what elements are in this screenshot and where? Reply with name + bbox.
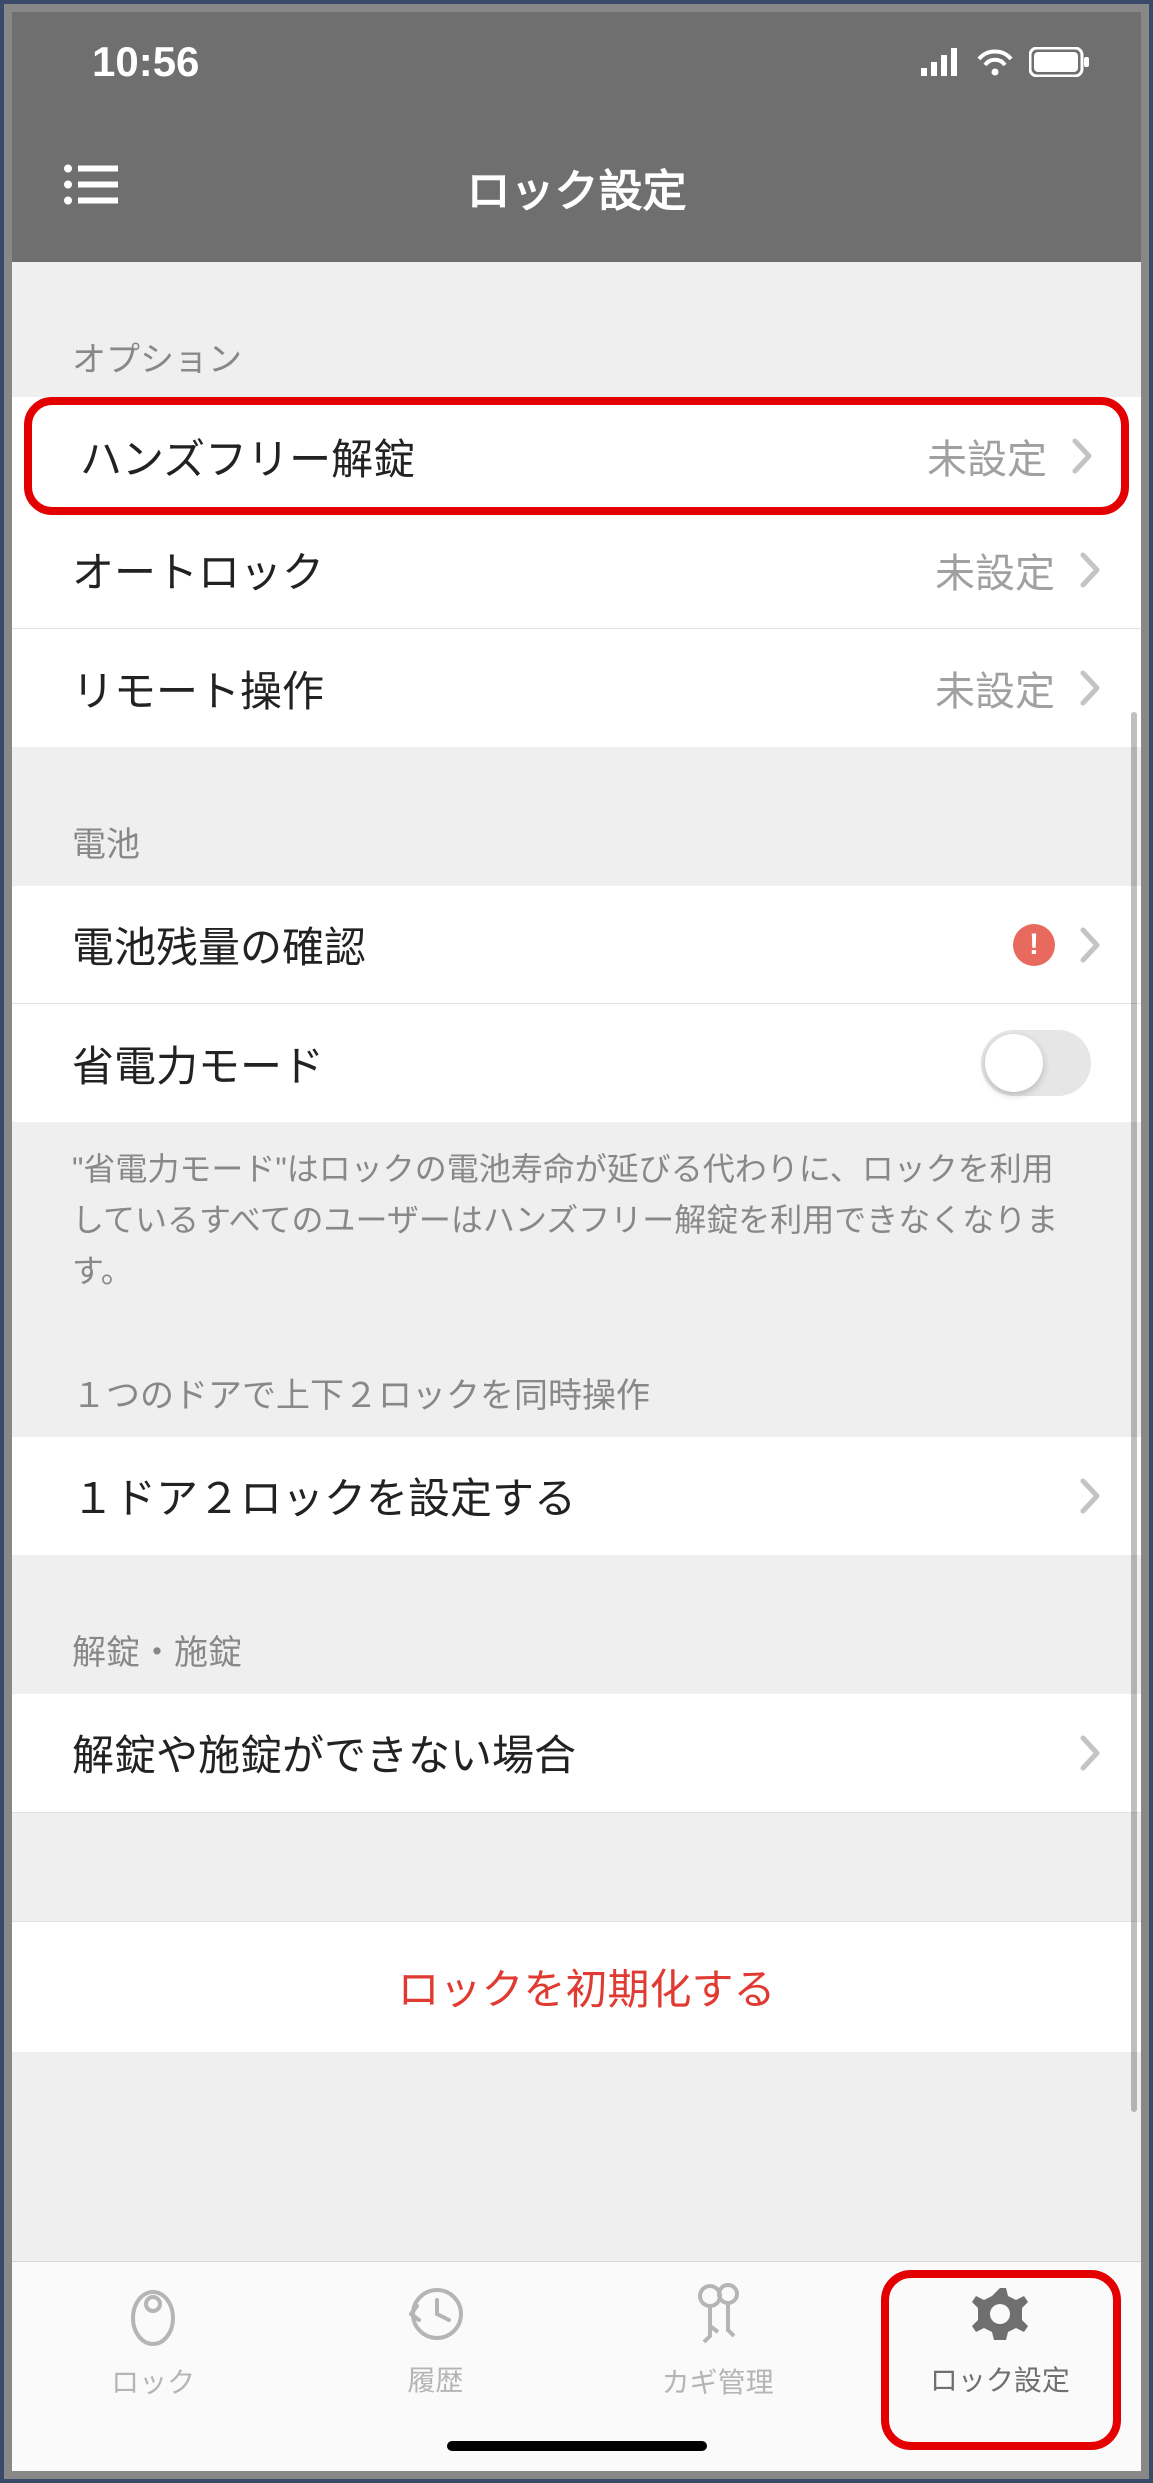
home-indicator[interactable] — [447, 2441, 707, 2451]
reset-label: ロックを初期化する — [397, 1956, 775, 2017]
section-footer-battery: "省電力モード"はロックの電池寿命が延びる代わりに、ロックを利用しているすべての… — [12, 1122, 1141, 1328]
gear-icon — [970, 2284, 1030, 2349]
lock-icon — [128, 2282, 178, 2351]
alert-icon: ! — [1013, 924, 1055, 966]
chevron-right-icon — [1079, 669, 1101, 707]
section-header-options: オプション — [12, 262, 1141, 401]
row-handsfree-unlock[interactable]: ハンズフリー解錠 未設定 — [24, 397, 1129, 515]
bottom-padding — [12, 2052, 1141, 2172]
section-header-dual-lock: １つのドアで上下２ロックを同時操作 — [12, 1328, 1141, 1437]
row-label: リモート操作 — [72, 658, 935, 719]
tab-label: ロック設定 — [930, 2359, 1070, 2399]
row-value: 未設定 — [935, 541, 1055, 599]
tab-label: 履歴 — [407, 2359, 463, 2399]
wifi-icon — [975, 47, 1015, 77]
tab-lock-settings[interactable]: ロック設定 — [859, 2262, 1141, 2421]
chevron-right-icon — [1071, 437, 1093, 475]
key-icon — [690, 2282, 746, 2351]
row-unlock-troubleshoot[interactable]: 解錠や施錠ができない場合 — [12, 1694, 1141, 1812]
row-label: ハンズフリー解錠 — [80, 426, 927, 487]
section-header-battery: 電池 — [12, 747, 1141, 886]
chevron-right-icon — [1079, 551, 1101, 589]
row-label: オートロック — [72, 539, 935, 600]
menu-button[interactable] — [62, 163, 118, 212]
status-time: 10:56 — [92, 38, 199, 86]
power-saving-toggle[interactable] — [981, 1030, 1091, 1096]
row-battery-check[interactable]: 電池残量の確認 ! — [12, 886, 1141, 1004]
status-icons — [921, 47, 1091, 77]
chevron-right-icon — [1079, 926, 1101, 964]
tab-lock[interactable]: ロック — [12, 2262, 294, 2421]
scroll-indicator[interactable] — [1131, 712, 1137, 2112]
page-title: ロック設定 — [12, 155, 1141, 219]
battery-icon — [1029, 47, 1091, 77]
row-reset-lock[interactable]: ロックを初期化する — [12, 1922, 1141, 2052]
row-auto-lock[interactable]: オートロック 未設定 — [12, 511, 1141, 629]
section-header-unlock-lock: 解錠・施錠 — [12, 1555, 1141, 1694]
row-value: 未設定 — [927, 427, 1047, 485]
toggle-knob — [985, 1034, 1043, 1092]
row-remote-operation[interactable]: リモート操作 未設定 — [12, 629, 1141, 747]
row-label: 省電力モード — [72, 1033, 981, 1094]
nav-header: ロック設定 — [12, 112, 1141, 262]
row-label: 電池残量の確認 — [72, 914, 1013, 975]
row-label: １ドア２ロックを設定する — [72, 1465, 1079, 1526]
tab-history[interactable]: 履歴 — [294, 2262, 576, 2421]
row-label: 解錠や施錠ができない場合 — [72, 1722, 1079, 1783]
history-icon — [405, 2284, 465, 2349]
status-bar: 10:56 — [12, 12, 1141, 112]
spacer — [12, 1812, 1141, 1922]
chevron-right-icon — [1079, 1477, 1101, 1515]
row-power-saving: 省電力モード — [12, 1004, 1141, 1122]
tab-label: ロック — [111, 2361, 195, 2401]
tab-bar: ロック 履歴 カギ管理 ロック設定 — [12, 2261, 1141, 2471]
cellular-signal-icon — [921, 48, 961, 76]
content-scroll[interactable]: オプション ハンズフリー解錠 未設定 オートロック 未設定 リモート操作 未設定 — [12, 262, 1141, 2261]
tab-key-management[interactable]: カギ管理 — [577, 2262, 859, 2421]
row-value: 未設定 — [935, 659, 1055, 717]
row-dual-lock-setup[interactable]: １ドア２ロックを設定する — [12, 1437, 1141, 1555]
tab-label: カギ管理 — [662, 2361, 774, 2401]
chevron-right-icon — [1079, 1734, 1101, 1772]
